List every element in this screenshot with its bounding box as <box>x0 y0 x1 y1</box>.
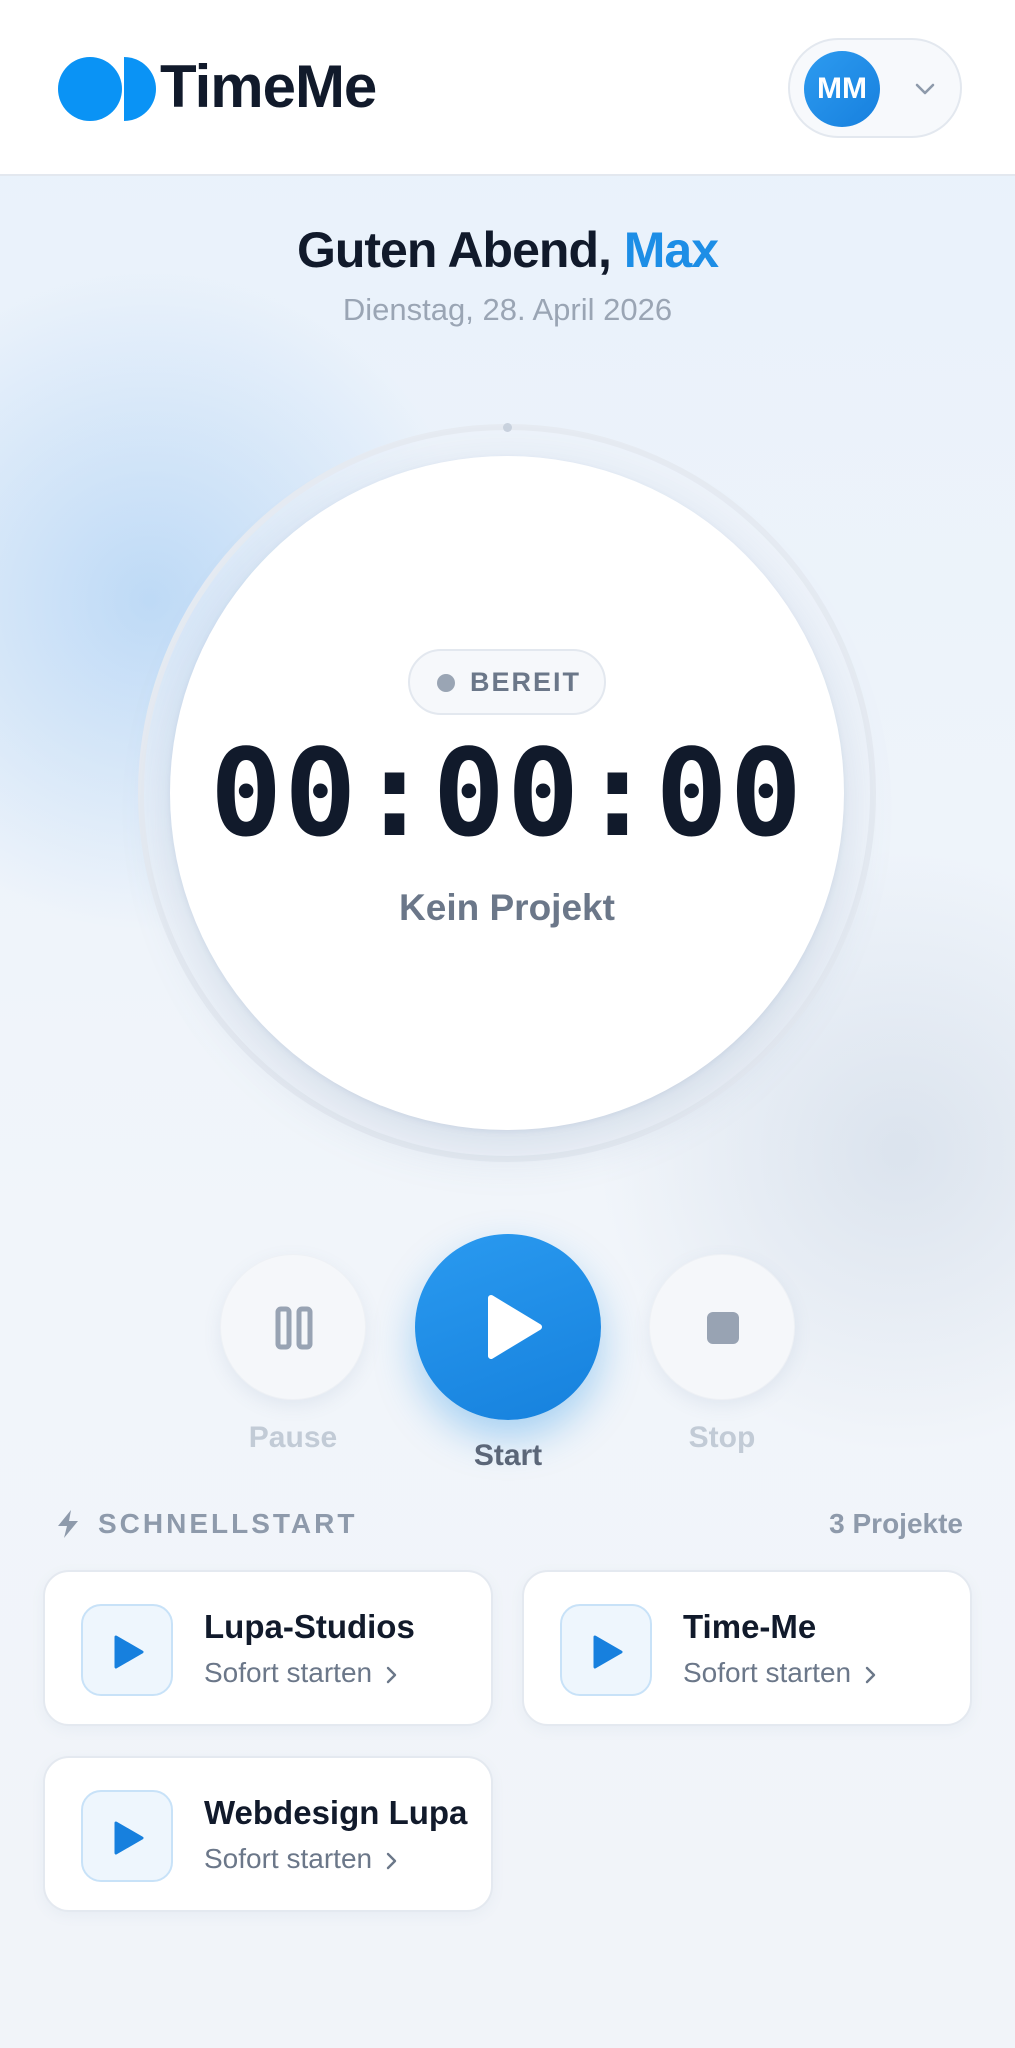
lightning-icon <box>58 1510 78 1538</box>
chevron-right-icon <box>386 1666 397 1683</box>
pause-label: Pause <box>248 1421 338 1454</box>
card-action-label: Sofort starten <box>204 1657 373 1688</box>
status-dot-icon <box>437 674 455 692</box>
card-play-button[interactable] <box>560 1604 652 1696</box>
stop-button[interactable] <box>649 1254 795 1400</box>
card-action-label: Sofort starten <box>204 1843 373 1874</box>
app-header: TimeMe MM <box>0 0 1015 176</box>
timer-display: 00:00:00 <box>210 725 804 864</box>
start-button[interactable] <box>415 1234 601 1420</box>
card-start-link: Sofort starten <box>204 1840 398 1878</box>
card-project-name: Lupa-Studios <box>204 1608 415 1645</box>
play-icon <box>593 1635 623 1669</box>
card-start-link: Sofort starten <box>683 1654 877 1692</box>
status-badge: BEREIT <box>408 649 606 715</box>
greeting-prefix: Guten Abend, <box>296 222 624 278</box>
chevron-right-icon <box>865 1666 876 1683</box>
avatar: MM <box>804 51 880 127</box>
play-icon <box>114 1821 144 1855</box>
greeting-user-name: Max <box>623 222 719 278</box>
quickstart-card-webdesign-lupa[interactable]: Webdesign Lupa Sofort starten <box>43 1756 493 1912</box>
start-label: Start <box>473 1439 543 1472</box>
card-play-button[interactable] <box>81 1604 173 1696</box>
status-text: BEREIT <box>470 667 582 697</box>
quickstart-title: SCHNELLSTART <box>98 1508 358 1539</box>
stop-icon <box>707 1312 739 1344</box>
current-project-label: Kein Projekt <box>399 887 615 928</box>
card-project-name: Time-Me <box>683 1608 817 1645</box>
greeting-heading: Guten Abend, Max <box>0 218 1015 282</box>
play-icon <box>488 1295 542 1359</box>
quickstart-project-count: 3 Projekte <box>829 1508 963 1539</box>
chevron-down-icon <box>915 83 935 95</box>
logo-icon <box>58 57 156 121</box>
card-project-name: Webdesign Lupa <box>204 1794 468 1831</box>
card-play-button[interactable] <box>81 1790 173 1882</box>
app-logo-text: TimeMe <box>160 53 377 120</box>
current-date: Dienstag, 28. April 2026 <box>342 292 673 327</box>
card-action-label: Sofort starten <box>683 1657 852 1688</box>
user-menu-button[interactable]: MM <box>788 38 962 138</box>
quickstart-card-time-me[interactable]: Time-Me Sofort starten <box>522 1570 972 1726</box>
stop-label: Stop <box>688 1421 756 1454</box>
chevron-right-icon <box>386 1852 397 1869</box>
pause-button[interactable] <box>220 1254 366 1400</box>
pause-icon <box>275 1306 313 1350</box>
timer-ring-marker <box>503 423 512 432</box>
quickstart-card-lupa-studios[interactable]: Lupa-Studios Sofort starten <box>43 1570 493 1726</box>
card-start-link: Sofort starten <box>204 1654 398 1692</box>
play-icon <box>114 1635 144 1669</box>
